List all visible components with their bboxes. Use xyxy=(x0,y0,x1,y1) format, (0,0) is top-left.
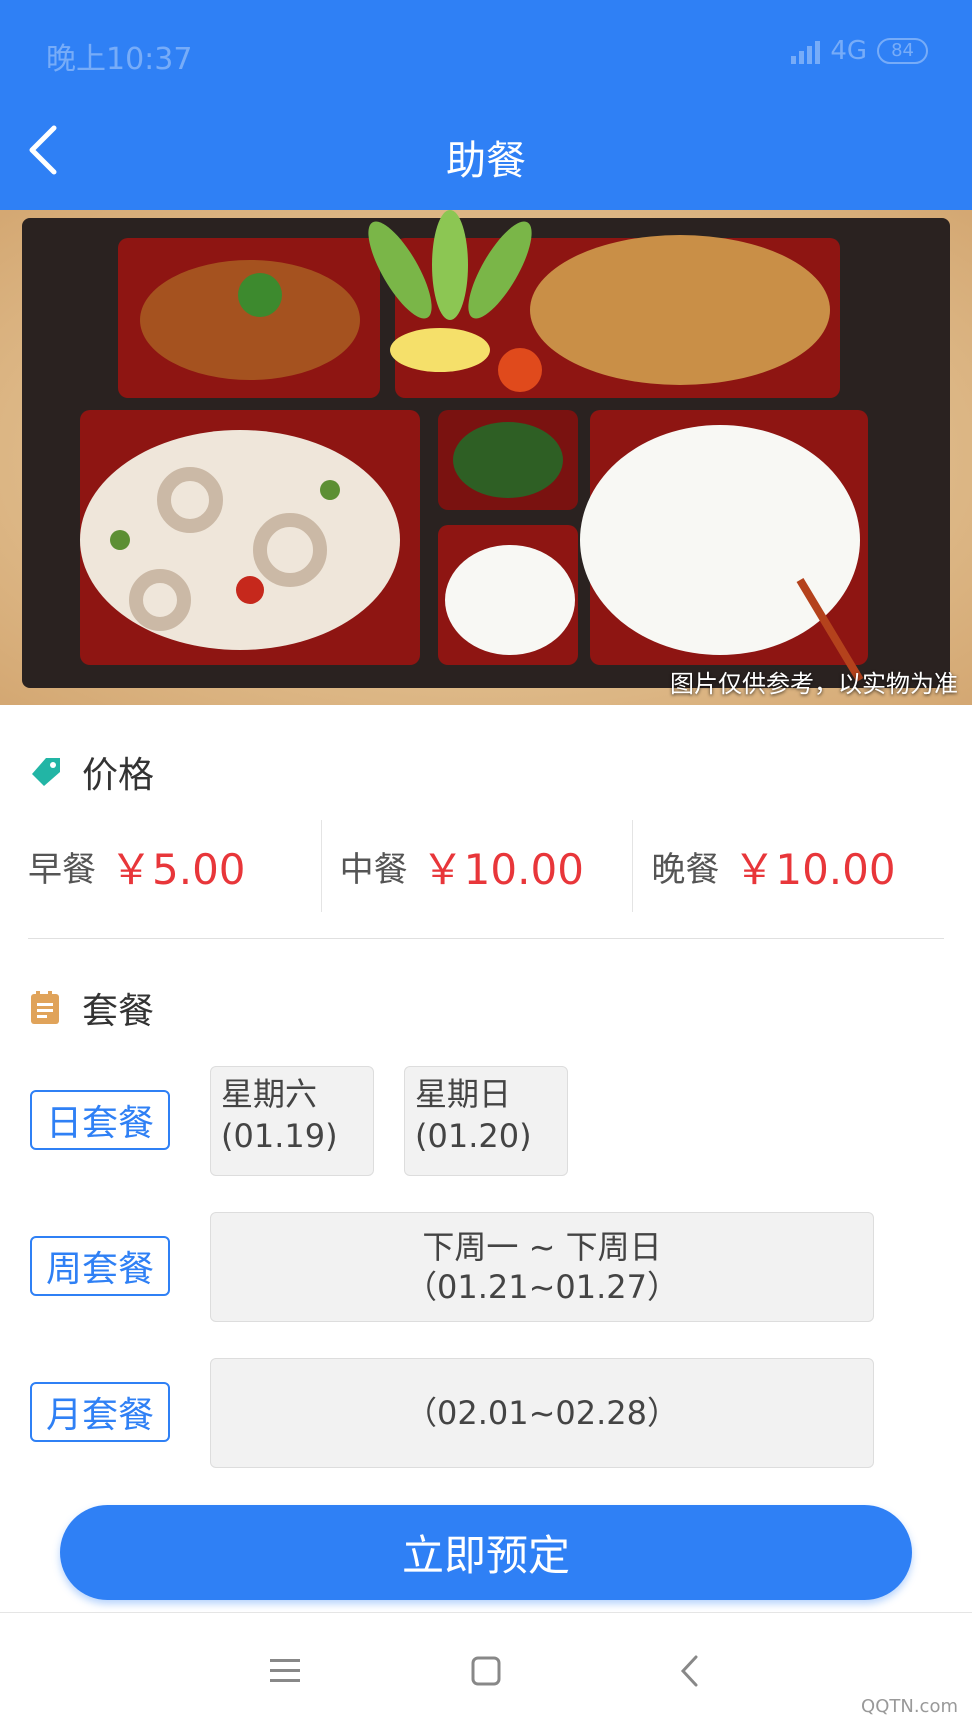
weekly-option-range: 下周一 ~ 下周日 xyxy=(422,1228,662,1266)
section-divider xyxy=(28,938,944,939)
meal-photo: 图片仅供参考，以实物为准 xyxy=(0,210,972,705)
day-option-sunday[interactable]: 星期日 (01.20) xyxy=(404,1066,568,1176)
watermark: QQTN.com xyxy=(861,1696,958,1717)
daily-package-tag[interactable]: 日套餐 xyxy=(30,1090,170,1150)
weekly-package-tag[interactable]: 周套餐 xyxy=(30,1236,170,1296)
day-option-saturday[interactable]: 星期六 (01.19) xyxy=(210,1066,374,1176)
battery-indicator: 84 xyxy=(877,38,928,64)
network-type: 4G xyxy=(830,36,868,66)
square-home-icon xyxy=(471,1656,501,1686)
status-time: 晚上10:37 xyxy=(46,42,193,77)
back-nav-button[interactable] xyxy=(660,1641,720,1701)
package-section-title: 套餐 xyxy=(82,991,155,1032)
price-section-header: 价格 xyxy=(28,746,154,798)
day-option-date: (01.20) xyxy=(415,1117,532,1155)
menu-icon xyxy=(270,1659,300,1682)
monthly-option[interactable]: （02.01~02.28） xyxy=(210,1358,874,1468)
book-now-button[interactable]: 立即预定 xyxy=(60,1505,912,1600)
price-item-dinner: 晚餐 ￥10.00 xyxy=(632,820,944,912)
status-indicators: 4G 84 xyxy=(791,36,928,66)
weekly-option[interactable]: 下周一 ~ 下周日 （01.21~01.27） xyxy=(210,1212,874,1322)
price-label: 中餐 xyxy=(339,849,408,890)
top-bar: 晚上10:37 4G 84 助餐 xyxy=(0,0,972,210)
day-option-date: (01.19) xyxy=(221,1117,338,1155)
chevron-left-icon xyxy=(680,1655,698,1687)
signal-icon xyxy=(791,38,821,64)
price-list: 早餐 ￥5.00 中餐 ￥10.00 晚餐 ￥10.00 xyxy=(28,820,944,912)
bento-box-illustration xyxy=(0,210,972,705)
price-value: ￥10.00 xyxy=(421,844,584,894)
day-option-name: 星期六 xyxy=(221,1075,318,1113)
monthly-package-tag[interactable]: 月套餐 xyxy=(30,1382,170,1442)
price-section-title: 价格 xyxy=(82,755,155,796)
package-section-header: 套餐 xyxy=(28,982,154,1034)
price-item-breakfast: 早餐 ￥5.00 xyxy=(28,820,321,912)
price-tag-icon xyxy=(32,758,60,786)
menu-list-icon xyxy=(31,991,59,1024)
price-value: ￥10.00 xyxy=(733,844,896,894)
price-item-lunch: 中餐 ￥10.00 xyxy=(320,820,633,912)
price-label: 早餐 xyxy=(28,849,96,890)
menu-nav-button[interactable] xyxy=(255,1641,315,1701)
system-nav-bar: QQTN.com xyxy=(0,1612,972,1729)
photo-caption: 图片仅供参考，以实物为准 xyxy=(670,670,958,698)
weekly-option-dates: （01.21~01.27） xyxy=(404,1268,680,1306)
home-nav-button[interactable] xyxy=(456,1641,516,1701)
price-value: ￥5.00 xyxy=(110,844,246,894)
monthly-option-dates: （02.01~02.28） xyxy=(404,1394,680,1432)
price-label: 晚餐 xyxy=(651,849,720,890)
page-title: 助餐 xyxy=(446,138,526,184)
day-option-name: 星期日 xyxy=(415,1075,512,1113)
